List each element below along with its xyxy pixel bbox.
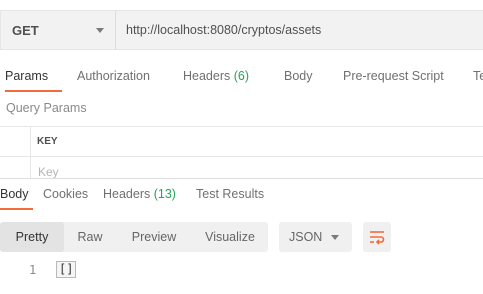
tab-label: Pre-request Script bbox=[343, 69, 444, 83]
tab-label: Params bbox=[5, 69, 49, 83]
format-select[interactable]: JSON bbox=[279, 222, 352, 252]
view-mode-group: Pretty Raw Preview Visualize bbox=[0, 222, 268, 252]
tab-count: (6) bbox=[233, 69, 250, 83]
response-tabs: Body Cookies Headers (13) Test Results bbox=[0, 186, 483, 212]
view-label: Raw bbox=[77, 230, 103, 244]
view-preview-button[interactable]: Preview bbox=[116, 222, 192, 252]
tab-params[interactable]: Params bbox=[5, 62, 48, 92]
view-label: Pretty bbox=[15, 230, 49, 244]
method-label: GET bbox=[12, 22, 39, 38]
key-input[interactable]: Key bbox=[38, 165, 59, 179]
view-label: Visualize bbox=[205, 230, 255, 244]
tab-label: Cookies bbox=[43, 187, 89, 201]
active-tab-indicator bbox=[5, 90, 62, 92]
tab-response-body[interactable]: Body bbox=[0, 186, 29, 216]
tab-label: Test Results bbox=[196, 187, 265, 201]
tab-label: Authorization bbox=[77, 69, 150, 83]
query-params-table: KEY Key bbox=[0, 126, 483, 179]
wrap-lines-button[interactable] bbox=[363, 222, 391, 252]
url-input[interactable]: http://localhost:8080/cryptos/assets bbox=[116, 10, 483, 50]
table-divider bbox=[0, 156, 483, 157]
view-pretty-button[interactable]: Pretty bbox=[0, 222, 64, 252]
chevron-down-icon bbox=[96, 28, 104, 33]
request-tabs: Params Authorization Headers (6) Body Pr… bbox=[0, 62, 483, 92]
tab-label: Body bbox=[284, 69, 313, 83]
tab-count: (13) bbox=[153, 187, 176, 201]
active-tab-indicator bbox=[0, 208, 33, 210]
view-raw-button[interactable]: Raw bbox=[64, 222, 116, 252]
tab-label: Body bbox=[0, 187, 29, 201]
format-value: JSON bbox=[289, 230, 323, 244]
method-select[interactable]: GET bbox=[0, 10, 116, 50]
url-text: http://localhost:8080/cryptos/assets bbox=[126, 23, 322, 37]
tab-pre-request-script[interactable]: Pre-request Script bbox=[343, 62, 444, 92]
table-divider bbox=[0, 126, 483, 127]
view-label: Preview bbox=[131, 230, 177, 244]
tab-tests[interactable]: Te bbox=[473, 62, 483, 92]
line-number: 1 bbox=[29, 263, 37, 277]
query-params-title: Query Params bbox=[6, 101, 87, 115]
tab-headers[interactable]: Headers (6) bbox=[183, 62, 249, 92]
response-body-text: [] bbox=[56, 261, 77, 278]
tab-response-headers[interactable]: Headers (13) bbox=[103, 186, 176, 216]
tab-test-results[interactable]: Test Results bbox=[196, 186, 264, 216]
chevron-down-icon bbox=[331, 235, 339, 240]
response-toolbar: Pretty Raw Preview Visualize JSON bbox=[0, 222, 483, 252]
request-url-bar: GET http://localhost:8080/cryptos/assets bbox=[0, 10, 483, 50]
postman-window: GET http://localhost:8080/cryptos/assets… bbox=[0, 0, 483, 294]
tab-authorization[interactable]: Authorization bbox=[77, 62, 150, 92]
table-divider bbox=[30, 126, 31, 178]
wrap-lines-icon bbox=[370, 231, 385, 245]
view-visualize-button[interactable]: Visualize bbox=[192, 222, 268, 252]
response-divider[interactable] bbox=[0, 178, 483, 179]
response-body-editor[interactable]: 1 [] bbox=[0, 260, 483, 282]
tab-label: Headers bbox=[183, 69, 231, 83]
tab-cookies[interactable]: Cookies bbox=[43, 186, 88, 216]
tab-label: Te bbox=[473, 69, 483, 83]
tab-label: Headers bbox=[103, 187, 151, 201]
tab-body[interactable]: Body bbox=[284, 62, 313, 92]
column-header-key: KEY bbox=[37, 136, 58, 147]
